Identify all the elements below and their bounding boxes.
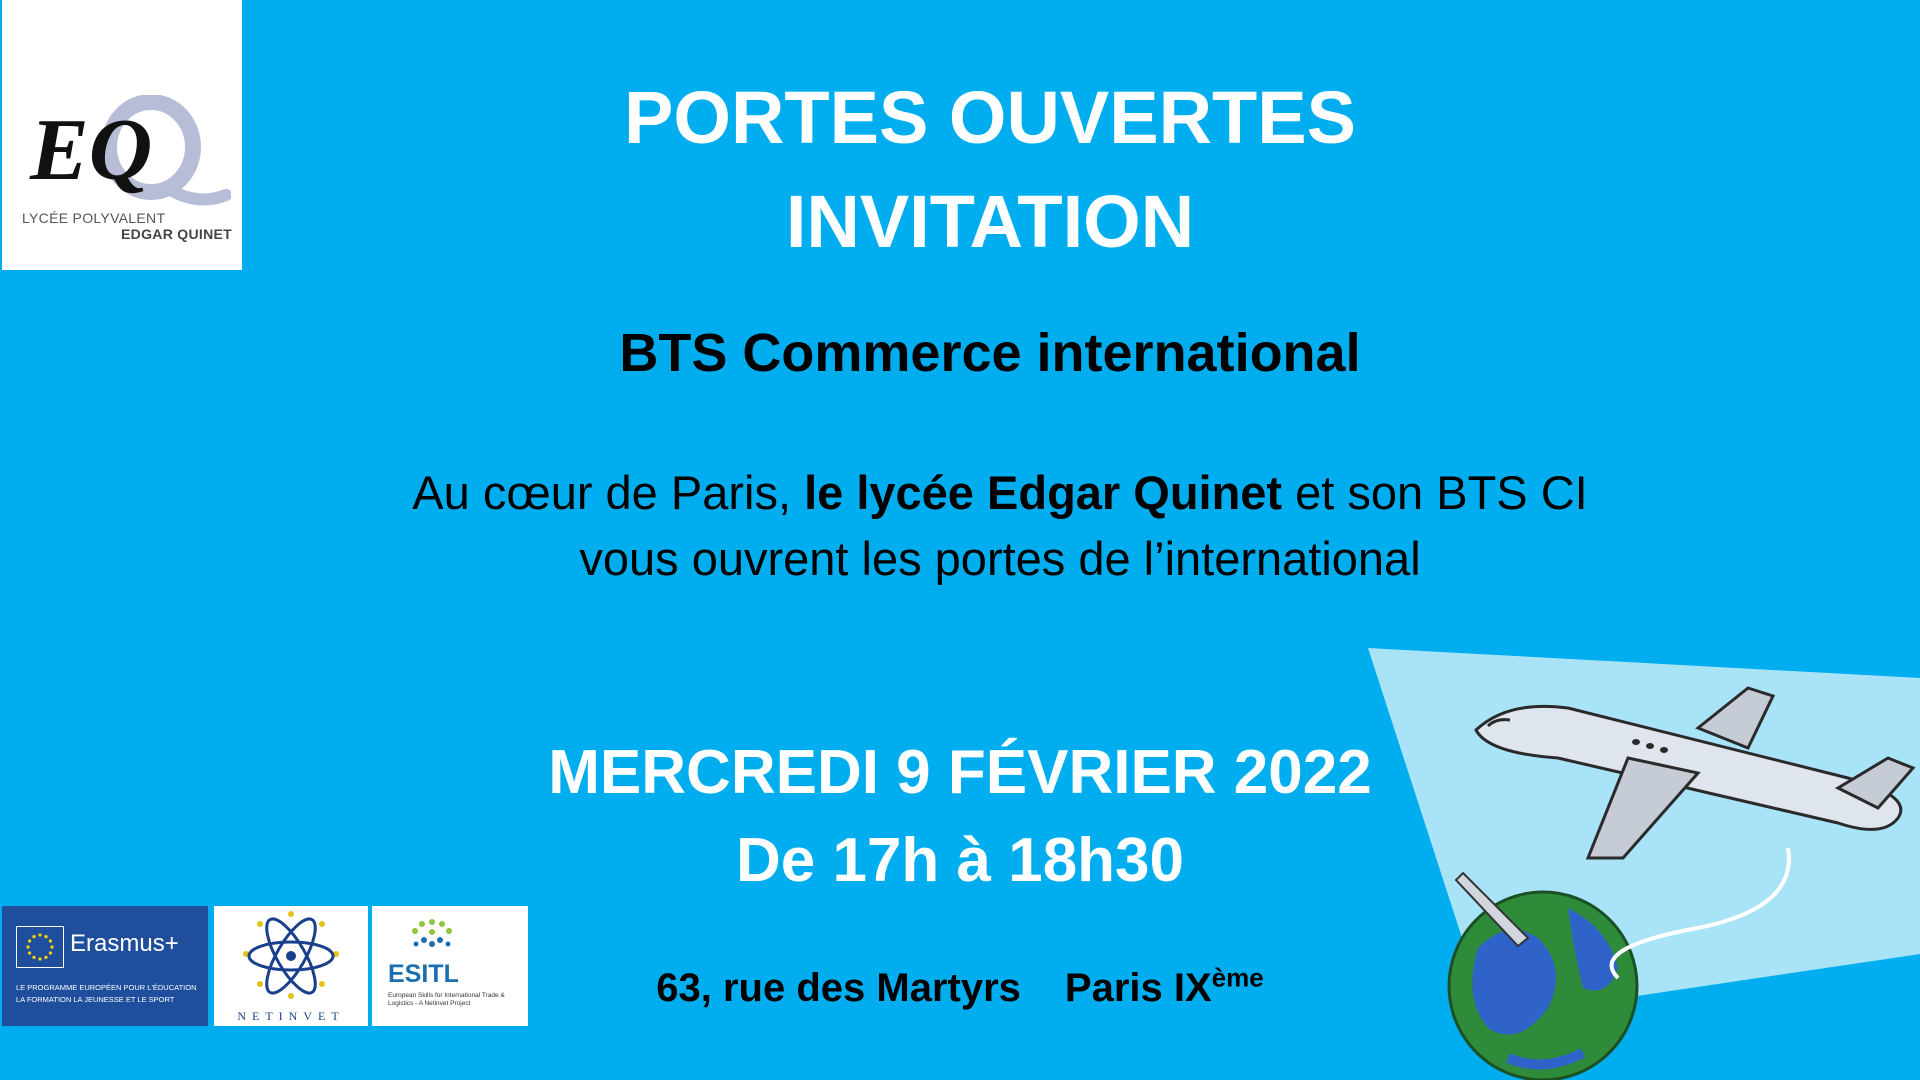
erasmus-tagline: LE PROGRAMME EUROPÉEN POUR L'ÉDUCATION L… bbox=[16, 983, 197, 1004]
address-street: 63, rue des Martyrs bbox=[656, 966, 1021, 1010]
netinvet-logo: NETINVET bbox=[214, 906, 368, 1026]
intro-line-2: vous ouvrent les portes de l’internation… bbox=[579, 532, 1421, 585]
erasmus-logo: Erasmus+ LE PROGRAMME EUROPÉEN POUR L'ÉD… bbox=[2, 906, 208, 1026]
esitl-globe-icon bbox=[412, 919, 452, 947]
program-subtitle: BTS Commerce international bbox=[619, 323, 1361, 383]
title-line-2: INVITATION bbox=[785, 180, 1195, 263]
address-city: Paris IX bbox=[1064, 966, 1212, 1010]
intro-text-after: et son BTS CI bbox=[1282, 466, 1588, 519]
title-line-1: PORTES OUVERTES bbox=[624, 76, 1356, 159]
netinvet-emblem-icon bbox=[243, 911, 339, 999]
esitl-tagline: European Skills for International Trade … bbox=[388, 992, 505, 1007]
esitl-name: ESITL bbox=[388, 960, 459, 988]
eu-flag-icon bbox=[16, 926, 64, 968]
netinvet-name: NETINVET bbox=[237, 1009, 345, 1023]
address-city-suffix: ème bbox=[1211, 962, 1264, 993]
airplane-globe-icon bbox=[1368, 648, 1920, 1080]
erasmus-name: Erasmus+ bbox=[70, 930, 179, 957]
intro-line-1: Au cœur de Paris, le lycée Edgar Quinet … bbox=[40, 460, 1920, 526]
esitl-logo: ESITL European Skills for International … bbox=[372, 906, 528, 1026]
intro-text-before: Au cœur de Paris, bbox=[412, 466, 805, 519]
intro-school-name: le lycée Edgar Quinet bbox=[804, 466, 1283, 519]
